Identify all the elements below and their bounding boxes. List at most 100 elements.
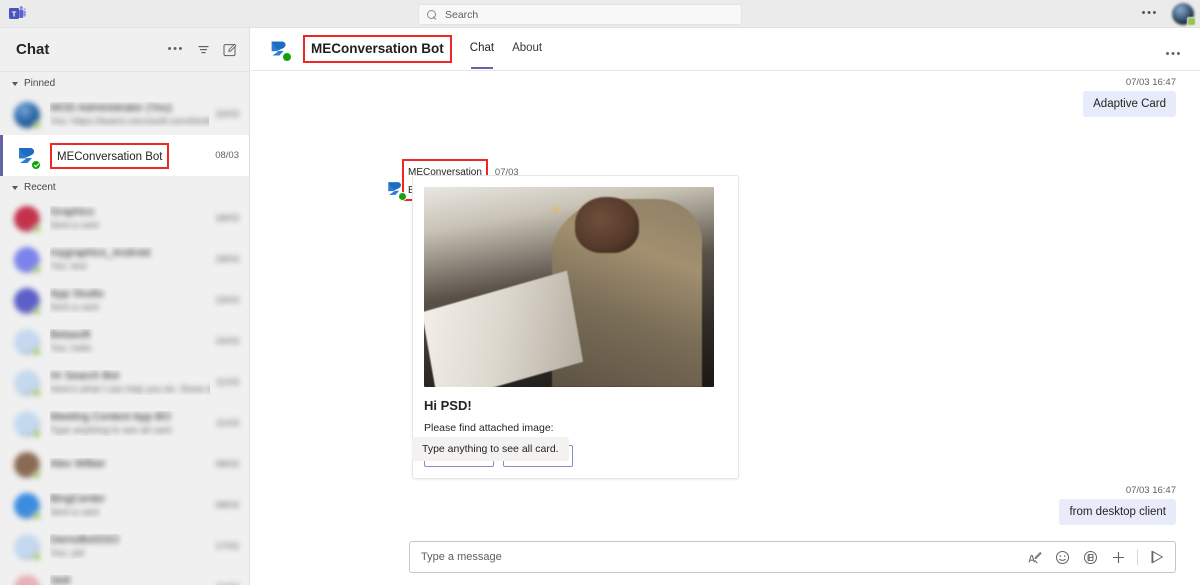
list-item-meta: MEConversation Bot [50,142,209,169]
list-item-preview: Here's what I can help you do. Show deta… [50,384,210,395]
plus-icon[interactable] [1111,550,1126,565]
more-options-icon[interactable]: ••• [168,44,184,55]
card-image-head [574,197,639,253]
send-glyph [1151,550,1163,564]
avatar [14,410,41,438]
list-item[interactable]: DemoBotSSO You: ytd 17/02 [0,526,249,567]
filter-icon[interactable] [197,43,210,56]
list-item-preview: You: test [50,261,87,272]
list-item[interactable]: BingCenter Sent a card 08/03 [0,485,249,526]
plus-glyph [1112,551,1125,563]
list-item[interactable]: Meeting Context App BO Type anything to s… [0,403,249,444]
list-item[interactable]: Betasoft You: hello 15/03 [0,321,249,362]
sidebar-item-meconversation-bot[interactable]: MEConversation Bot 08/03 [0,135,249,176]
list-item-name: Skill [50,575,71,585]
list-item-name: MOD Administrator (You) [50,102,172,114]
emoji-icon[interactable] [1055,550,1070,565]
avatar [14,246,41,274]
avatar [14,574,40,585]
list-item-timestamp: 18/03 [215,213,239,224]
list-item-name: Alex Wilber [50,457,106,470]
avatar [14,287,41,315]
list-item[interactable]: App Studio Sent a card 15/03 [0,280,249,321]
format-glyph [1028,551,1042,563]
tab-chat[interactable]: Chat [470,42,494,69]
list-item[interactable]: Alex Wilber 08/03 [0,444,249,485]
list-item-name: Hr Search Bot [50,370,120,382]
list-item-timestamp: 15/03 [215,336,239,347]
avatar [14,533,41,561]
message-bubble-outgoing[interactable]: Adaptive Card [1083,91,1176,117]
list-item-meta: Betasoft You: hello [50,329,209,354]
list-item[interactable]: SkillWelcome to Skill Voice for Microsof… [0,567,249,585]
avatar [14,369,41,397]
message-timestamp: 07/03 16:47 [1125,485,1176,496]
presence-badge-icon [33,511,41,520]
list-item-meta: Meeting Context App BO Type anything to s… [50,411,210,436]
message-bubble-incoming[interactable]: Type anything to see all card. [412,437,569,461]
section-label: Pinned [24,78,56,89]
microsoft-teams-logo[interactable]: T [0,6,34,21]
list-item-meta: MOD Administrator (You) You: https://tea… [50,102,209,127]
more-options-glyph: ••• [1165,48,1182,60]
highlight-box: MEConversation Bot [303,35,452,63]
presence-badge-icon [33,265,41,274]
list-item-meta: mygraphics_Android You: test [50,247,209,272]
list-item-timestamp: 18/03 [215,254,239,265]
global-search[interactable]: Search [418,4,742,25]
chat-more-options-button[interactable]: ••• [1166,44,1182,62]
list-item-timestamp: 08/03 [215,459,239,470]
list-item[interactable]: mygraphics_Android You: test 18/03 [0,239,249,280]
list-item-timestamp: 16/03 [215,109,239,120]
list-item[interactable]: Graphics Sent a card 18/03 [0,198,249,239]
section-header-pinned[interactable]: Pinned [0,72,249,94]
svg-text:T: T [11,10,16,19]
divider [1137,549,1138,565]
app-top-bar: T Search ••• [0,0,1200,28]
presence-badge-icon [33,388,41,397]
chat-main-panel: MEConversation Bot Chat About ••• 07/03 … [251,28,1200,585]
avatar [14,205,41,233]
list-item-timestamp: 17/02 [215,541,239,552]
card-image [424,187,714,387]
tab-about[interactable]: About [512,42,542,56]
emoji-glyph [1056,550,1069,564]
list-item-meta: App Studio Sent a card [50,288,209,313]
message-compose-box[interactable]: Type a message [409,541,1176,573]
list-item-name: Graphics [50,206,95,218]
list-item-name: mygraphics_Android [50,247,151,259]
sticker-icon[interactable] [1083,550,1098,565]
sidebar-item-label: MEConversation Bot [57,150,163,163]
list-item[interactable]: Hr Search Bot Here's what I can help you … [0,362,249,403]
presence-badge-icon [1187,17,1196,26]
message-timestamp: 07/03 16:47 [1125,77,1176,88]
recent-chat-list: Graphics Sent a card 18/03 mygraphics_Andro… [0,198,249,585]
page-title: Chat [16,41,50,58]
chat-title: MEConversation Bot [311,41,444,56]
format-icon[interactable] [1027,550,1042,565]
search-input[interactable]: Search [418,4,742,25]
presence-badge-icon [33,470,41,479]
avatar [14,328,41,356]
list-item-meta: BingCenter Sent a card [50,493,209,518]
search-placeholder: Search [445,8,479,21]
list-item-preview: Type anything to see all card. [50,425,174,436]
new-chat-icon[interactable] [223,43,237,57]
section-header-recent[interactable]: Recent [0,176,249,198]
send-icon[interactable] [1149,549,1165,565]
message-input-placeholder[interactable]: Type a message [421,551,1014,563]
list-item-preview: You: https://teams.microsoft.com/l/entit… [50,116,209,127]
list-item-meta: Hr Search Bot Here's what I can help you … [50,370,210,395]
list-item-name: BingCenter [50,493,106,505]
presence-badge-icon [33,429,41,438]
list-item-meta: SkillWelcome to Skill Voice for Microsof… [50,575,210,585]
message-bubble-outgoing[interactable]: from desktop client [1059,499,1176,525]
list-item[interactable]: MOD Administrator (You) You: https://tea… [0,94,249,135]
list-item-preview: Sent a card [50,302,99,313]
presence-badge-icon [33,224,41,233]
top-more-options-button[interactable]: ••• [1142,8,1158,19]
card-title: Hi PSD! [424,398,472,413]
presence-badge-icon [33,347,41,356]
highlight-box: MEConversation Bot [50,142,170,169]
avatar [14,492,41,520]
